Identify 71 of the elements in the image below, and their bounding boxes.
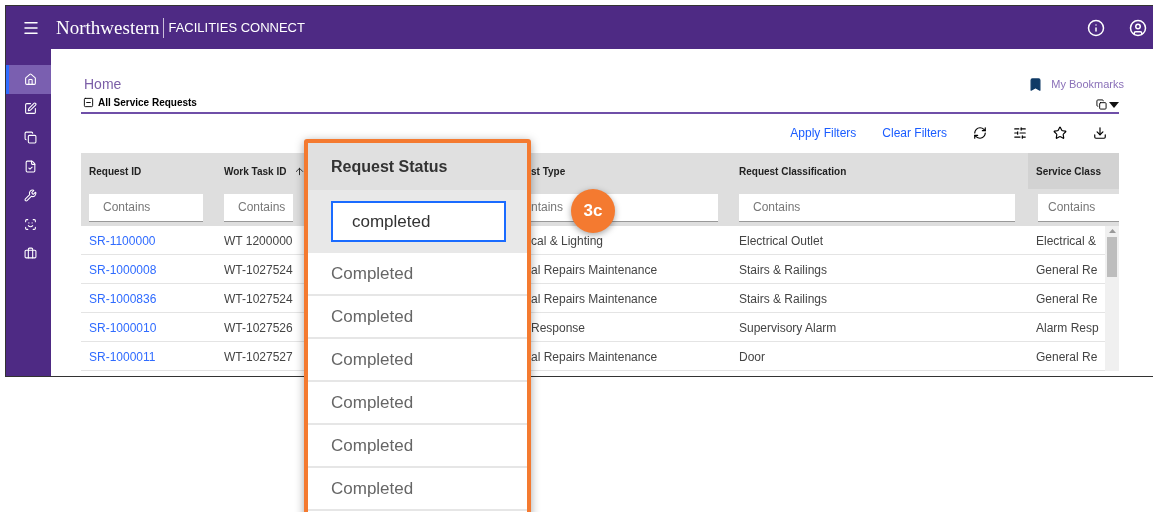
settings-button[interactable] [1013, 126, 1027, 140]
caret-icon [1109, 101, 1119, 108]
table-cell: cal & Lighting [531, 234, 604, 248]
table-cell: General Re [1036, 263, 1098, 277]
status-filter-field[interactable]: completed [331, 201, 506, 242]
filter-action-link[interactable]: Apply Filters [790, 124, 857, 142]
download-button[interactable] [1093, 126, 1107, 140]
column-header[interactable]: Service Class [1036, 163, 1102, 179]
refresh-button[interactable] [973, 126, 987, 140]
status-cell-text: Completed [331, 262, 414, 285]
copy-icon [23, 131, 37, 144]
table-cell: Electrical Outlet [739, 234, 824, 248]
home-icon [23, 73, 37, 86]
status-cell-text: Completed [331, 348, 414, 371]
brand-logo: Northwestern [56, 18, 160, 37]
scrollbar-thumb[interactable] [1107, 237, 1117, 277]
table-cell: Stairs & Railings [739, 292, 828, 306]
column-header[interactable]: Request ID [89, 163, 142, 179]
column-filter-field[interactable]: Contains [89, 193, 203, 222]
bookmarks-link[interactable]: My Bookmarks [1028, 75, 1124, 93]
request-id-link[interactable]: SR-1100000 [89, 234, 156, 248]
status-cell-text: Completed [331, 434, 414, 457]
column-filter-field[interactable]: Contains [1038, 193, 1119, 222]
table-cell: WT-1027527 [224, 350, 293, 364]
wrench-icon [23, 189, 37, 202]
account-button[interactable] [1129, 18, 1147, 37]
product-name: FACILITIES CONNECT [168, 21, 305, 34]
table-cell: General Re [1036, 292, 1098, 306]
column-filter-field[interactable]: Contains [739, 193, 1015, 222]
table-cell: Electrical & [1036, 234, 1097, 248]
bookmark-icon [1028, 76, 1044, 92]
table-cell: Door [739, 350, 765, 364]
panel-title: All Service Requests [98, 96, 197, 110]
status-cell-text: Completed [331, 477, 414, 500]
request-id-link[interactable]: SR-1000008 [89, 263, 157, 277]
table-cell: WT-1027524 [224, 263, 293, 277]
edit-icon [23, 102, 37, 115]
collapse-toggle[interactable] [83, 97, 94, 108]
request-id-link[interactable]: SR-1000010 [89, 321, 157, 335]
file-check-icon [23, 160, 37, 173]
column-header[interactable]: st Type [531, 163, 566, 179]
table-cell: Alarm Resp [1036, 321, 1099, 335]
table-cell: al Repairs Maintenance [531, 350, 658, 364]
status-cell-text: Completed [331, 305, 414, 328]
briefcase-icon [23, 247, 37, 260]
table-cell: WT-1027526 [224, 321, 293, 335]
table-cell: WT-1027524 [224, 292, 293, 306]
scroll-up-icon [1108, 229, 1116, 233]
status-cell-text: Completed [331, 391, 414, 414]
column-header[interactable]: Request Classification [739, 163, 847, 179]
scrollbar[interactable] [1105, 226, 1119, 371]
info-button[interactable] [1087, 18, 1105, 37]
panel-menu-caret[interactable] [1109, 101, 1119, 108]
favorite-button[interactable] [1053, 126, 1067, 140]
sort-ascending-icon [294, 165, 306, 177]
scan-icon [23, 218, 37, 231]
filter-action-link[interactable]: Clear Filters [882, 124, 947, 142]
page-title: Home [84, 74, 122, 94]
table-cell: al Repairs Maintenance [531, 292, 658, 306]
table-cell: WT 1200000 [224, 234, 293, 248]
column-header[interactable]: Work Task ID [224, 163, 306, 179]
request-id-link[interactable]: SR-1000011 [89, 350, 156, 364]
table-cell: Response [531, 321, 586, 335]
request-id-link[interactable]: SR-1000836 [89, 292, 157, 306]
sidebar-item[interactable] [6, 65, 51, 94]
table-cell: General Re [1036, 350, 1098, 364]
table-cell: Stairs & Railings [739, 263, 828, 277]
restore-button[interactable] [1096, 99, 1107, 110]
table-cell: Supervisory Alarm [739, 321, 837, 335]
table-cell: al Repairs Maintenance [531, 263, 658, 277]
column-filter-field[interactable]: Contains [224, 193, 293, 222]
